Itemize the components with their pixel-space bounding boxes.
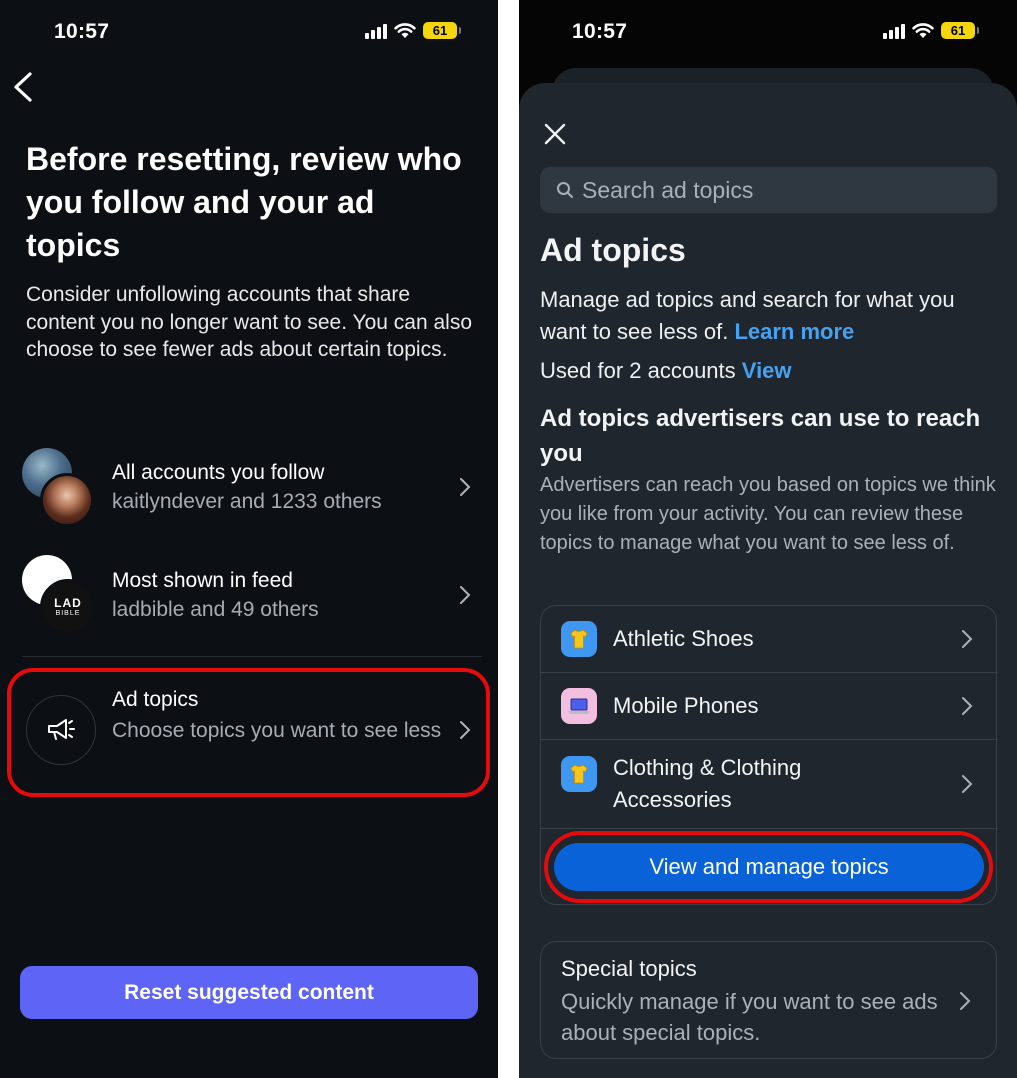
row-subtitle: ladbible and 49 others (112, 598, 319, 621)
row-title: Most shown in feed (112, 569, 293, 592)
chevron-right-icon (960, 992, 971, 1010)
laptop-icon (561, 688, 597, 724)
chevron-right-icon (460, 478, 471, 496)
search-input[interactable]: Search ad topics (540, 167, 997, 213)
avatar (40, 473, 94, 527)
back-arrow-icon[interactable] (10, 68, 40, 106)
battery-icon: 61 (423, 22, 461, 39)
topic-label: Mobile Phones (613, 693, 759, 718)
special-topics-description: Quickly manage if you want to see ads ab… (561, 989, 938, 1045)
learn-more-link[interactable]: Learn more (734, 319, 854, 344)
status-icons: 61 (883, 22, 979, 39)
topic-clothing[interactable]: Clothing & Clothing Accessories (541, 740, 998, 828)
topic-mobile-phones[interactable]: Mobile Phones (541, 673, 998, 739)
shirt-icon (561, 621, 597, 657)
section-description: Advertisers can reach you based on topic… (540, 474, 996, 554)
view-link[interactable]: View (742, 358, 792, 383)
cellular-signal-icon (883, 23, 905, 39)
search-placeholder: Search ad topics (582, 177, 754, 203)
topic-athletic-shoes[interactable]: Athletic Shoes (541, 606, 998, 672)
row-title: All accounts you follow (112, 461, 325, 484)
close-icon[interactable] (543, 122, 567, 146)
ladbible-avatar: LAD BIBLE (40, 579, 96, 635)
page-description: Consider unfollowing accounts that share… (26, 283, 472, 361)
shirt-icon (561, 756, 597, 792)
divider (22, 656, 482, 657)
wifi-icon (394, 22, 416, 38)
row-subtitle: kaitlyndever and 1233 others (112, 490, 382, 513)
left-screen: 10:57 61 Before resetting, review who yo… (0, 0, 498, 1078)
page-description: Manage ad topics and search for what you… (540, 284, 990, 348)
status-bar: 10:57 61 (519, 20, 1017, 48)
wifi-icon (912, 22, 934, 38)
battery-icon: 61 (941, 22, 979, 39)
highlight-annotation (544, 831, 993, 903)
section-heading: Ad topics advertisers can use to reach y… (540, 405, 981, 467)
chevron-right-icon (962, 697, 973, 715)
chevron-right-icon (460, 586, 471, 604)
special-topics-card[interactable]: Special topics Quickly manage if you wan… (540, 941, 997, 1059)
avatar-text: LAD (54, 595, 82, 610)
all-accounts-row[interactable]: All accounts you follow kaitlyndever and… (22, 445, 482, 530)
status-time: 10:57 (572, 20, 628, 43)
topic-label: Clothing & Clothing Accessories (613, 755, 802, 812)
chevron-right-icon (962, 775, 973, 793)
chevron-right-icon (962, 630, 973, 648)
avatar-text: BIBLE (55, 609, 81, 617)
status-icons: 61 (365, 22, 461, 39)
special-topics-title: Special topics (561, 956, 697, 981)
search-icon (557, 182, 573, 198)
page-title: Ad topics (540, 232, 686, 268)
reset-suggested-content-button[interactable]: Reset suggested content (20, 966, 478, 1019)
topic-label: Athletic Shoes (613, 626, 754, 651)
right-screen: 10:57 61 Search ad topics Ad topics Mana… (519, 0, 1017, 1078)
highlight-annotation (7, 668, 490, 797)
cellular-signal-icon (365, 23, 387, 39)
used-for-label: Used for 2 accounts (540, 358, 736, 383)
used-for-text: Used for 2 accounts View (540, 358, 792, 384)
status-time: 10:57 (54, 20, 110, 43)
page-title: Before resetting, review who you follow … (26, 141, 462, 263)
most-shown-row[interactable]: LAD BIBLE Most shown in feed ladbible an… (22, 553, 482, 638)
status-bar: 10:57 61 (0, 20, 498, 48)
divider (541, 828, 998, 829)
